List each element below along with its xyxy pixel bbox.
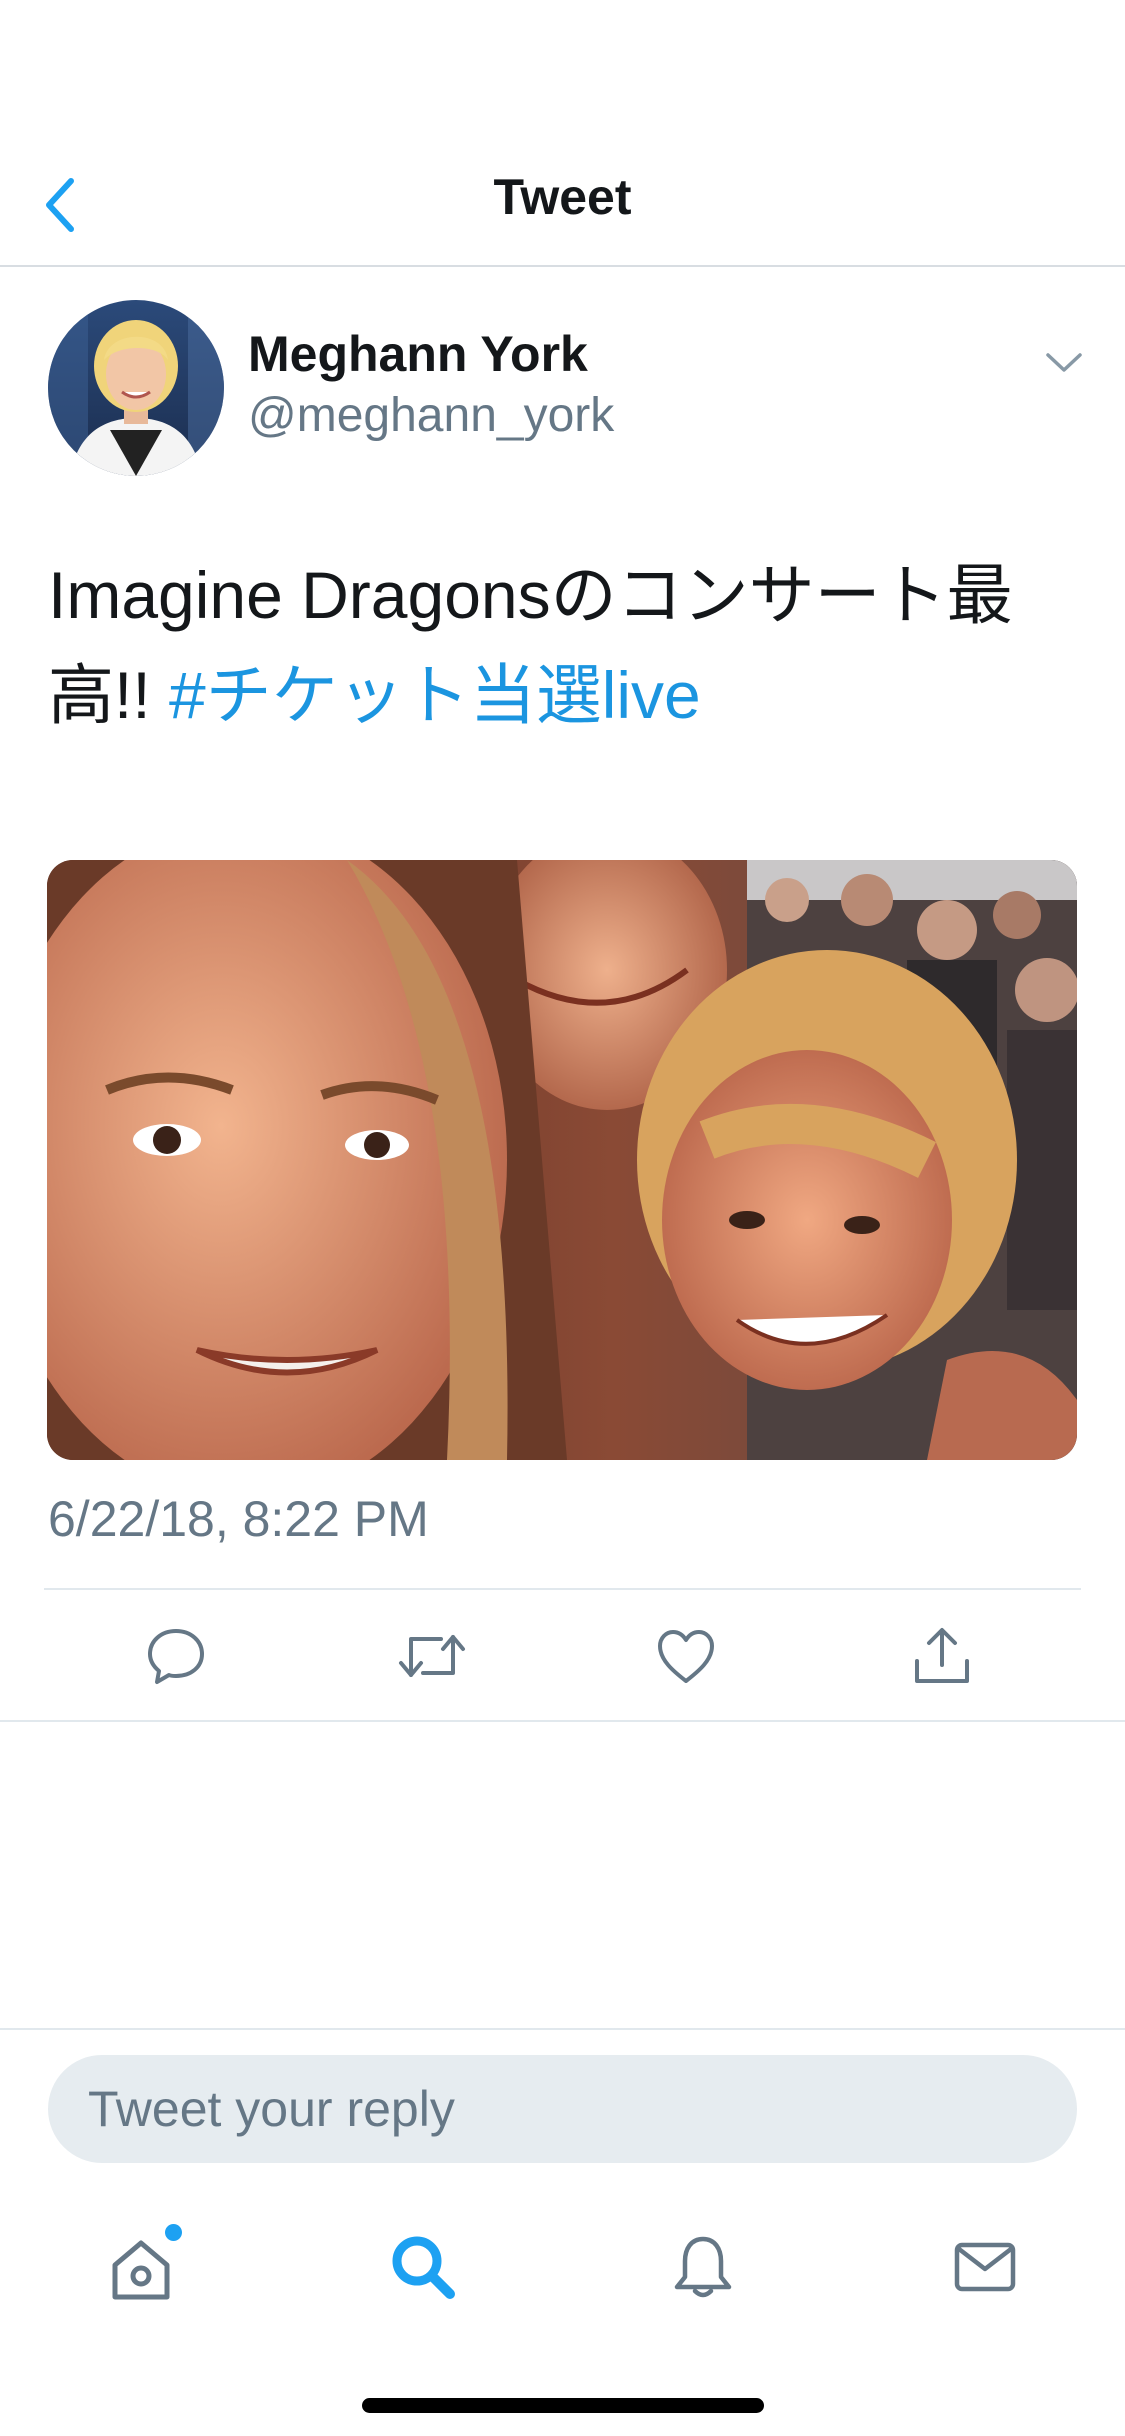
tweet-options-button[interactable] [1036,338,1092,388]
like-button[interactable] [644,1614,728,1698]
reply-icon [148,1629,204,1684]
hashtag-link[interactable]: #チケット当選live [169,658,701,732]
share-button[interactable] [900,1614,984,1698]
tab-search[interactable] [378,2222,468,2312]
tweet-photo[interactable] [47,860,1077,1460]
tweet-action-bar [0,1590,1125,1720]
reply-composer[interactable] [48,2055,1077,2163]
share-icon [915,1628,969,1683]
tweet-timestamp[interactable]: 6/22/18, 8:22 PM [48,1490,429,1548]
retweet-button[interactable] [390,1614,474,1698]
page-title: Tweet [493,169,632,225]
avatar[interactable] [48,300,224,476]
author-name[interactable]: Meghann York [248,325,588,383]
divider [0,1720,1125,1722]
tab-messages[interactable] [940,2222,1030,2312]
chevron-down-icon [1046,353,1082,372]
notification-dot [165,2224,182,2241]
tab-home[interactable] [96,2222,186,2312]
tweet-text: Imagine Dragonsのコンサート最高!! #チケット当選live [48,545,1078,745]
divider [0,2028,1125,2030]
envelope-icon [954,2242,1016,2292]
top-nav-bar: Tweet [0,140,1125,267]
search-icon [392,2236,455,2299]
author-handle[interactable]: @meghann_york [248,388,614,443]
home-indicator [362,2398,764,2413]
concert-selfie-image [47,860,1077,1460]
reply-button[interactable] [134,1614,218,1698]
home-icon [112,2240,170,2300]
bell-icon [674,2236,732,2298]
tab-notifications[interactable] [658,2222,748,2312]
heart-icon [658,1630,714,1683]
avatar-image [48,300,224,476]
reply-input[interactable] [86,2079,1030,2139]
retweet-icon [399,1635,465,1677]
